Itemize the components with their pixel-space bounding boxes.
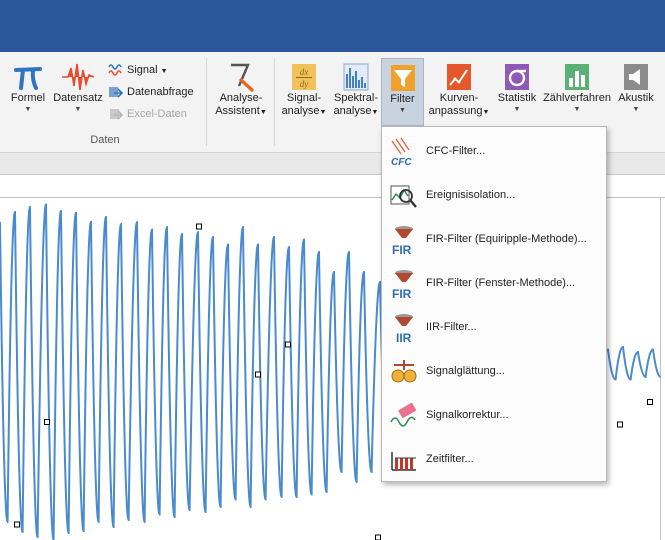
- cfc-filter-icon: CFC: [391, 137, 412, 168]
- chevron-down-icon: ▼: [513, 106, 521, 113]
- group-label-daten: Daten: [90, 134, 120, 146]
- zaehlverfahren-button[interactable]: Zählverfahren ▼: [541, 62, 613, 114]
- signal-icon: [108, 64, 122, 76]
- menu-item-label: CFC-Filter...: [426, 145, 486, 157]
- derivative-icon: dx dy: [292, 64, 316, 90]
- data-point-marker[interactable]: [196, 223, 202, 230]
- menu-item-label: Signalglättung...: [426, 365, 505, 377]
- bar-chart-icon: [565, 64, 589, 90]
- signal-analyse-label-1: Signal-: [286, 92, 322, 104]
- filter-dropdown-menu: CFC CFC-Filter... Ereignisisolation... F…: [381, 126, 607, 482]
- chevron-down-icon: ▼: [160, 68, 168, 75]
- menu-item-label: IIR-Filter...: [426, 321, 477, 333]
- menu-item-label: FIR-Filter (Equiripple-Methode)...: [426, 233, 587, 245]
- svg-text:dx: dx: [300, 67, 309, 77]
- menu-item-signalkorrektur[interactable]: Signalkorrektur...: [383, 394, 605, 438]
- signal-analyse-button[interactable]: dx dy Signal- analyse▼: [280, 62, 328, 119]
- chevron-down-icon: ▼: [399, 107, 406, 114]
- kurven-label-1: Kurven-: [439, 92, 479, 104]
- analyse-assistent-button[interactable]: Analyse- Assistent▼: [212, 62, 270, 119]
- signal-correction-icon: [390, 402, 417, 427]
- fir-equiripple-icon: FIR: [392, 226, 413, 256]
- formel-label: Formel: [10, 92, 46, 104]
- akustik-button[interactable]: Akustik ▼: [615, 62, 657, 114]
- excel-daten-label: Excel-Daten: [127, 108, 187, 120]
- data-point-marker[interactable]: [44, 419, 50, 425]
- group-separator: [274, 58, 275, 146]
- chevron-down-icon: ▼: [573, 106, 581, 113]
- signal-button[interactable]: Signal ▼: [108, 63, 168, 79]
- menu-item-label: Signalkorrektur...: [426, 409, 509, 421]
- menu-item-label: Zeitfilter...: [426, 453, 474, 465]
- menu-item-iir-filter[interactable]: IIR IIR-Filter...: [383, 306, 605, 350]
- spektral-analyse-label-1: Spektral-: [333, 92, 379, 104]
- waveform-icon: [62, 63, 95, 91]
- analyse-assistent-label-2: Assistent: [215, 105, 260, 117]
- chevron-down-icon: ▼: [259, 109, 267, 116]
- spektral-analyse-label-2: analyse: [333, 105, 372, 117]
- menu-item-signalglaettung[interactable]: Signalglättung...: [383, 350, 605, 394]
- data-point-marker[interactable]: [14, 521, 20, 528]
- data-query-icon: [109, 87, 124, 98]
- signal-analyse-label-2: analyse: [281, 105, 320, 117]
- group-separator: [206, 58, 207, 146]
- datenabfrage-button[interactable]: Datenabfrage: [108, 85, 194, 99]
- menu-item-ereignisisolation[interactable]: Ereignisisolation...: [383, 174, 605, 218]
- analysis-wizard-icon: [231, 63, 254, 92]
- datenabfrage-label: Datenabfrage: [127, 86, 194, 98]
- signal-smoothing-icon: [391, 360, 417, 383]
- chevron-down-icon: ▼: [371, 109, 379, 116]
- pi-icon: [14, 67, 42, 90]
- data-point-marker[interactable]: [617, 421, 623, 428]
- funnel-icon: [390, 65, 415, 91]
- signal-label: Signal: [127, 64, 158, 76]
- filter-button[interactable]: Filter ▼: [381, 58, 424, 126]
- chevron-down-icon: ▼: [24, 106, 32, 113]
- kurven-label-2: anpassung: [428, 105, 483, 117]
- svg-text:FIR: FIR: [392, 287, 412, 300]
- svg-text:dy: dy: [300, 79, 309, 89]
- excel-data-icon: [110, 109, 124, 120]
- chevron-down-icon: ▼: [482, 109, 490, 116]
- datensatz-button[interactable]: Datensatz ▼: [52, 62, 104, 114]
- iir-filter-icon: IIR: [395, 314, 413, 344]
- spektral-analyse-button[interactable]: Spektral- analyse▼: [330, 62, 382, 119]
- speaker-icon: [624, 64, 648, 90]
- svg-text:FIR: FIR: [392, 243, 412, 256]
- kurvenanpassung-button[interactable]: Kurven- anpassung▼: [426, 62, 492, 119]
- fir-window-icon: FIR: [392, 270, 413, 300]
- time-filter-icon: [391, 452, 416, 471]
- event-isolation-icon: [390, 185, 417, 208]
- menu-item-fir-equiripple[interactable]: FIR FIR-Filter (Equiripple-Methode)...: [383, 218, 605, 262]
- chevron-down-icon: ▼: [632, 106, 640, 113]
- data-point-marker[interactable]: [285, 341, 291, 348]
- svg-text:IIR: IIR: [396, 331, 412, 344]
- akustik-label: Akustik: [618, 92, 654, 104]
- filter-label: Filter: [390, 93, 415, 105]
- menu-item-zeitfilter[interactable]: Zeitfilter...: [383, 438, 605, 482]
- sigma-icon: [505, 64, 529, 90]
- data-point-marker[interactable]: [375, 534, 381, 540]
- statistik-button[interactable]: Statistik ▼: [495, 62, 539, 114]
- menu-item-label: Ereignisisolation...: [426, 189, 516, 201]
- chevron-down-icon: ▼: [74, 106, 82, 113]
- analyse-assistent-label-1: Analyse-: [219, 92, 263, 104]
- data-point-marker[interactable]: [255, 371, 261, 378]
- title-bar: [0, 0, 665, 52]
- excel-daten-button[interactable]: Excel-Daten: [108, 107, 187, 121]
- svg-text:CFC: CFC: [391, 157, 412, 168]
- zaehlverfahren-label: Zählverfahren: [543, 92, 611, 104]
- statistik-label: Statistik: [497, 92, 537, 104]
- menu-item-cfc-filter[interactable]: CFC CFC-Filter...: [383, 130, 605, 174]
- curve-fit-icon: [447, 64, 471, 90]
- data-point-marker[interactable]: [647, 399, 653, 405]
- chevron-down-icon: ▼: [319, 109, 327, 116]
- menu-item-fir-fenster[interactable]: FIR FIR-Filter (Fenster-Methode)...: [383, 262, 605, 306]
- formel-button[interactable]: Formel ▼: [8, 62, 48, 114]
- spectrum-icon: [343, 63, 369, 91]
- datensatz-label: Datensatz: [53, 92, 103, 104]
- menu-item-label: FIR-Filter (Fenster-Methode)...: [426, 277, 576, 289]
